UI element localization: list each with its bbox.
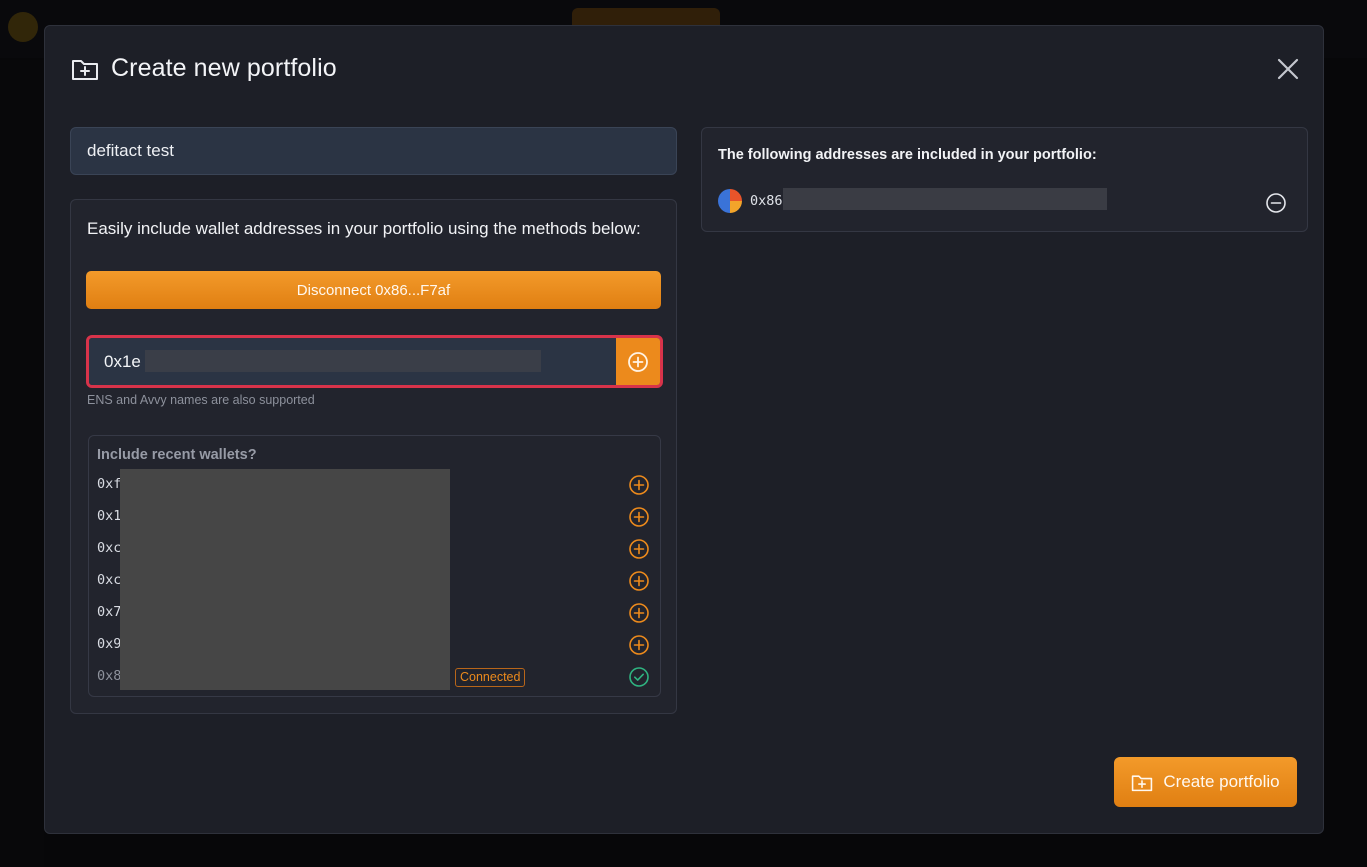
wallet-avatar xyxy=(718,189,742,213)
recent-wallet-address: 0xf xyxy=(97,476,122,492)
plus-circle-icon[interactable] xyxy=(628,570,650,592)
methods-heading: Easily include wallet addresses in your … xyxy=(87,219,641,238)
modal-header: Create new portfolio xyxy=(71,54,337,83)
included-addresses-card: The following addresses are included in … xyxy=(701,127,1308,232)
recent-wallets-title: Include recent wallets? xyxy=(97,447,257,463)
recent-wallet-address: 0xc xyxy=(97,572,122,588)
address-input-group xyxy=(86,335,663,388)
modal-title: Create new portfolio xyxy=(111,54,337,82)
check-circle-icon xyxy=(629,667,649,687)
recent-wallet-address: 0x9 xyxy=(97,636,122,652)
redacted-region xyxy=(120,469,450,690)
create-portfolio-button[interactable]: Create portfolio xyxy=(1114,757,1297,807)
folder-plus-icon xyxy=(71,57,99,81)
redacted-region xyxy=(145,350,541,372)
recent-wallet-address: 0x7 xyxy=(97,604,122,620)
recent-wallet-address: 0x8 xyxy=(97,668,122,684)
connected-badge: Connected xyxy=(455,668,526,687)
create-portfolio-label: Create portfolio xyxy=(1163,772,1280,791)
included-heading: The following addresses are included in … xyxy=(718,147,1097,163)
ens-hint: ENS and Avvy names are also supported xyxy=(87,393,315,407)
recent-wallet-address: 0xc xyxy=(97,540,122,556)
create-portfolio-modal: Create new portfolio Easily include wall… xyxy=(44,25,1324,834)
disconnect-wallet-button[interactable]: Disconnect 0x86...F7af xyxy=(86,271,661,309)
portfolio-name-input[interactable] xyxy=(70,127,677,175)
redacted-region xyxy=(783,188,1107,210)
add-address-button[interactable] xyxy=(616,338,660,385)
plus-circle-icon[interactable] xyxy=(628,602,650,624)
close-button[interactable] xyxy=(1273,54,1303,84)
plus-circle-icon[interactable] xyxy=(628,474,650,496)
plus-circle-icon xyxy=(628,351,648,372)
plus-circle-icon[interactable] xyxy=(628,506,650,528)
folder-plus-icon xyxy=(1132,774,1153,791)
included-address-row: 0x86 xyxy=(718,188,1293,214)
plus-circle-icon[interactable] xyxy=(628,634,650,656)
recent-wallet-address: 0x1 xyxy=(97,508,122,524)
minus-circle-icon[interactable] xyxy=(1265,192,1287,214)
plus-circle-icon[interactable] xyxy=(628,538,650,560)
add-addresses-card: Easily include wallet addresses in your … xyxy=(70,199,677,714)
recent-wallets-box: Include recent wallets? 0xf 0x1 0xc 0xc … xyxy=(88,435,661,697)
included-address: 0x86 xyxy=(750,193,783,209)
close-icon xyxy=(1277,58,1299,80)
